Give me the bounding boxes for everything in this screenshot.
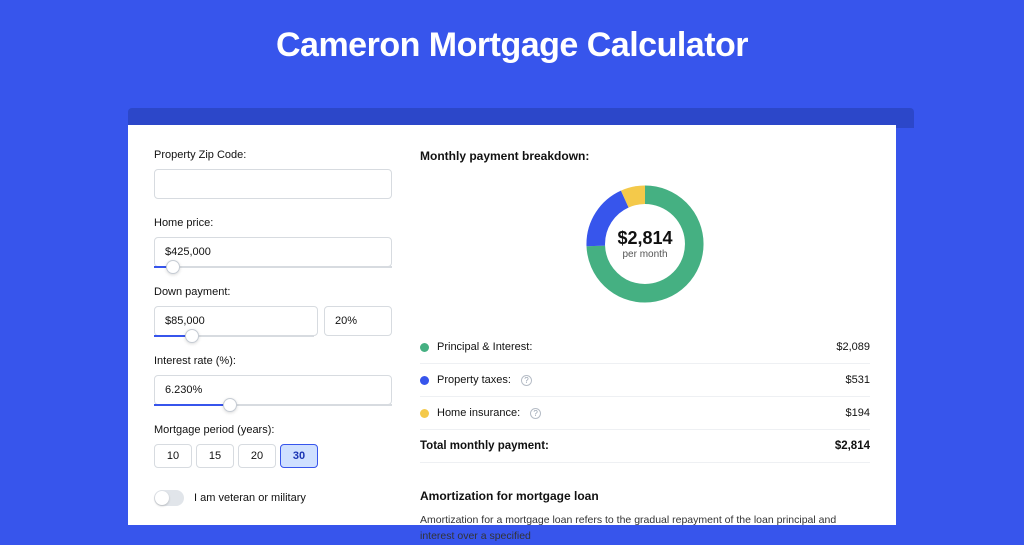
down-label: Down payment:: [154, 286, 392, 298]
legend-value: $2,089: [836, 341, 870, 353]
period-button[interactable]: 15: [196, 444, 234, 468]
legend-label: Home insurance:: [437, 407, 520, 419]
donut-total-value: $2,814: [617, 228, 672, 249]
total-label: Total monthly payment:: [420, 440, 549, 452]
veteran-toggle[interactable]: [154, 490, 184, 506]
legend-dot-icon: [420, 343, 429, 352]
legend-list: Principal & Interest: $2,089 Property taxe…: [420, 331, 870, 430]
down-field: Down payment:: [154, 286, 392, 337]
calculator-card: Property Zip Code: Home price: Down paym…: [128, 125, 896, 525]
veteran-row: I am veteran or military: [154, 490, 392, 506]
amortization-text: Amortization for a mortgage loan refers …: [420, 513, 870, 545]
zip-label: Property Zip Code:: [154, 149, 392, 161]
rate-label: Interest rate (%):: [154, 355, 392, 367]
period-button[interactable]: 10: [154, 444, 192, 468]
period-label: Mortgage period (years):: [154, 424, 392, 436]
amortization-title: Amortization for mortgage loan: [420, 489, 870, 503]
legend-dot-icon: [420, 376, 429, 385]
price-field: Home price:: [154, 217, 392, 268]
page-title: Cameron Mortgage Calculator: [0, 0, 1024, 87]
down-slider[interactable]: [154, 335, 314, 337]
toggle-knob: [155, 491, 169, 505]
rate-slider-thumb[interactable]: [223, 398, 237, 412]
price-input[interactable]: [154, 237, 392, 267]
legend-dot-icon: [420, 409, 429, 418]
zip-input[interactable]: [154, 169, 392, 199]
period-button[interactable]: 30: [280, 444, 318, 468]
price-slider-thumb[interactable]: [166, 260, 180, 274]
donut-sub-label: per month: [622, 249, 667, 260]
rate-field: Interest rate (%):: [154, 355, 392, 406]
down-amount-input[interactable]: [154, 306, 318, 336]
down-slider-thumb[interactable]: [185, 329, 199, 343]
rate-input[interactable]: [154, 375, 392, 405]
legend-row: Property taxes:? $531: [420, 364, 870, 397]
donut-chart-wrap: $2,814 per month: [420, 179, 870, 309]
breakdown-column: Monthly payment breakdown: $2,814 per mo…: [420, 149, 870, 501]
down-percent-input[interactable]: [324, 306, 392, 336]
price-slider[interactable]: [154, 266, 392, 268]
total-row: Total monthly payment: $2,814: [420, 430, 870, 463]
total-value: $2,814: [835, 440, 870, 452]
rate-slider[interactable]: [154, 404, 392, 406]
period-field: Mortgage period (years): 10152030: [154, 424, 392, 468]
veteran-label: I am veteran or military: [194, 492, 306, 504]
zip-field: Property Zip Code:: [154, 149, 392, 199]
legend-row: Home insurance:? $194: [420, 397, 870, 430]
period-button[interactable]: 20: [238, 444, 276, 468]
legend-label: Principal & Interest:: [437, 341, 532, 353]
legend-label: Property taxes:: [437, 374, 511, 386]
form-column: Property Zip Code: Home price: Down paym…: [154, 149, 392, 501]
breakdown-title: Monthly payment breakdown:: [420, 149, 870, 163]
info-icon[interactable]: ?: [521, 375, 532, 386]
legend-row: Principal & Interest: $2,089: [420, 331, 870, 364]
price-label: Home price:: [154, 217, 392, 229]
info-icon[interactable]: ?: [530, 408, 541, 419]
donut-chart: $2,814 per month: [580, 179, 710, 309]
legend-value: $194: [846, 407, 870, 419]
legend-value: $531: [846, 374, 870, 386]
